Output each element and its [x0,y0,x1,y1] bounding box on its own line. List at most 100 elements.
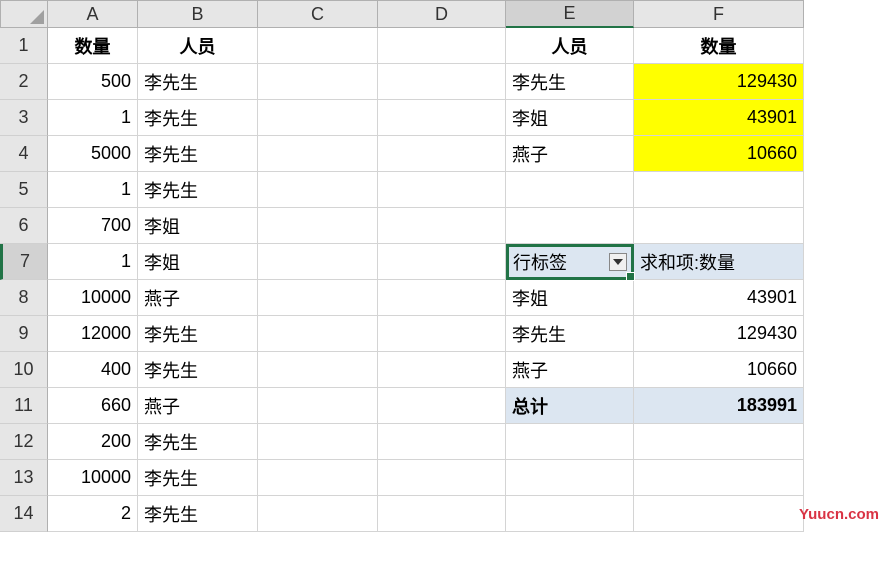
cell-A14[interactable]: 2 [48,496,138,532]
cell-A13[interactable]: 10000 [48,460,138,496]
cell-E4[interactable]: 燕子 [506,136,634,172]
cell-D3[interactable] [378,100,506,136]
cell-D5[interactable] [378,172,506,208]
cell-D12[interactable] [378,424,506,460]
cell-F9[interactable]: 129430 [634,316,804,352]
column-header-B[interactable]: B [138,0,258,28]
cell-E8[interactable]: 李姐 [506,280,634,316]
cell-A3[interactable]: 1 [48,100,138,136]
cell-B9[interactable]: 李先生 [138,316,258,352]
cell-E10[interactable]: 燕子 [506,352,634,388]
cell-E2[interactable]: 李先生 [506,64,634,100]
cell-B7[interactable]: 李姐 [138,244,258,280]
cell-D2[interactable] [378,64,506,100]
cell-B11[interactable]: 燕子 [138,388,258,424]
cell-B1[interactable]: 人员 [138,28,258,64]
cell-D14[interactable] [378,496,506,532]
column-header-F[interactable]: F [634,0,804,28]
cell-C2[interactable] [258,64,378,100]
row-header-6[interactable]: 6 [0,208,48,244]
cell-D13[interactable] [378,460,506,496]
cell-E12[interactable] [506,424,634,460]
cell-B10[interactable]: 李先生 [138,352,258,388]
cell-A7[interactable]: 1 [48,244,138,280]
cell-E11[interactable]: 总计 [506,388,634,424]
cell-F12[interactable] [634,424,804,460]
cell-F4[interactable]: 10660 [634,136,804,172]
cell-A2[interactable]: 500 [48,64,138,100]
cell-B4[interactable]: 李先生 [138,136,258,172]
cell-A11[interactable]: 660 [48,388,138,424]
cell-E1[interactable]: 人员 [506,28,634,64]
cell-F2[interactable]: 129430 [634,64,804,100]
cell-B13[interactable]: 李先生 [138,460,258,496]
pivot-filter-dropdown[interactable] [609,253,627,271]
column-header-D[interactable]: D [378,0,506,28]
cell-F3[interactable]: 43901 [634,100,804,136]
cell-F1[interactable]: 数量 [634,28,804,64]
cell-A1[interactable]: 数量 [48,28,138,64]
cell-F7[interactable]: 求和项:数量 [634,244,804,280]
cell-B2[interactable]: 李先生 [138,64,258,100]
column-header-C[interactable]: C [258,0,378,28]
cell-D4[interactable] [378,136,506,172]
cell-B6[interactable]: 李姐 [138,208,258,244]
row-header-10[interactable]: 10 [0,352,48,388]
cell-E6[interactable] [506,208,634,244]
cell-B14[interactable]: 李先生 [138,496,258,532]
cell-A10[interactable]: 400 [48,352,138,388]
cell-A5[interactable]: 1 [48,172,138,208]
cell-A4[interactable]: 5000 [48,136,138,172]
cell-D11[interactable] [378,388,506,424]
cell-E3[interactable]: 李姐 [506,100,634,136]
column-header-E[interactable]: E [506,0,634,28]
spreadsheet-grid[interactable]: ABCDEF1数量人员人员数量2500李先生李先生12943031李先生李姐43… [0,0,887,532]
cell-D10[interactable] [378,352,506,388]
row-header-8[interactable]: 8 [0,280,48,316]
row-header-7[interactable]: 7 [0,244,48,280]
cell-C8[interactable] [258,280,378,316]
row-header-14[interactable]: 14 [0,496,48,532]
cell-C9[interactable] [258,316,378,352]
cell-C11[interactable] [258,388,378,424]
select-all-corner[interactable] [0,0,48,28]
row-header-4[interactable]: 4 [0,136,48,172]
cell-F5[interactable] [634,172,804,208]
cell-E5[interactable] [506,172,634,208]
cell-C1[interactable] [258,28,378,64]
column-header-A[interactable]: A [48,0,138,28]
cell-A9[interactable]: 12000 [48,316,138,352]
cell-A8[interactable]: 10000 [48,280,138,316]
cell-D6[interactable] [378,208,506,244]
cell-F8[interactable]: 43901 [634,280,804,316]
cell-F13[interactable] [634,460,804,496]
cell-B12[interactable]: 李先生 [138,424,258,460]
row-header-13[interactable]: 13 [0,460,48,496]
row-header-2[interactable]: 2 [0,64,48,100]
cell-C10[interactable] [258,352,378,388]
cell-B8[interactable]: 燕子 [138,280,258,316]
cell-E13[interactable] [506,460,634,496]
cell-D8[interactable] [378,280,506,316]
cell-C12[interactable] [258,424,378,460]
cell-C7[interactable] [258,244,378,280]
cell-C5[interactable] [258,172,378,208]
cell-B5[interactable]: 李先生 [138,172,258,208]
cell-C6[interactable] [258,208,378,244]
cell-D9[interactable] [378,316,506,352]
cell-A12[interactable]: 200 [48,424,138,460]
row-header-9[interactable]: 9 [0,316,48,352]
cell-D7[interactable] [378,244,506,280]
cell-C13[interactable] [258,460,378,496]
cell-D1[interactable] [378,28,506,64]
cell-B3[interactable]: 李先生 [138,100,258,136]
row-header-5[interactable]: 5 [0,172,48,208]
row-header-11[interactable]: 11 [0,388,48,424]
cell-F14[interactable] [634,496,804,532]
cell-A6[interactable]: 700 [48,208,138,244]
cell-E9[interactable]: 李先生 [506,316,634,352]
row-header-3[interactable]: 3 [0,100,48,136]
cell-C14[interactable] [258,496,378,532]
cell-E14[interactable] [506,496,634,532]
cell-F10[interactable]: 10660 [634,352,804,388]
